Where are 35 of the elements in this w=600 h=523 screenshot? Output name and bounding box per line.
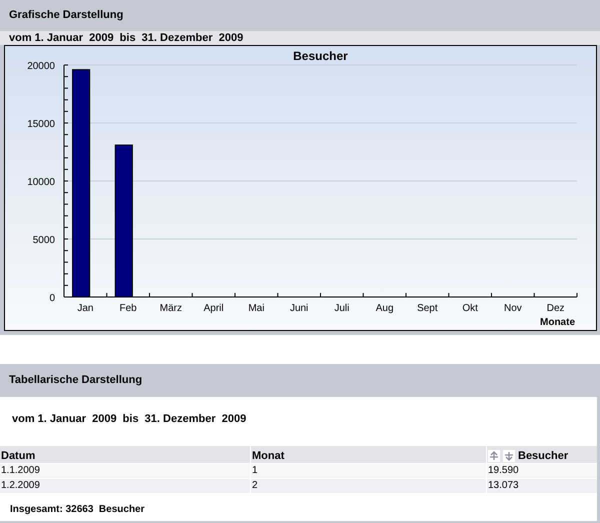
x-tick-label: Feb: [120, 303, 137, 314]
total-text: Insgesamt: 32663 Besucher: [9, 503, 146, 517]
x-tick-label: Dez: [546, 303, 565, 314]
column-header: Monat: [251, 446, 486, 463]
y-tick-label: 0: [49, 293, 55, 304]
x-tick-label: März: [160, 303, 182, 314]
x-axis-title: Monate: [540, 317, 575, 328]
table-cell: 2: [251, 479, 486, 493]
table-cell: 1.1.2009: [0, 464, 250, 478]
x-tick-label: Nov: [504, 303, 522, 314]
x-tick-label: Jan: [77, 303, 94, 314]
x-tick-label: Mai: [248, 303, 264, 314]
x-tick-label: Juni: [290, 303, 308, 314]
y-tick-label: 15000: [27, 119, 55, 130]
sort-down-icon[interactable]: [503, 450, 515, 462]
sort-up-icon[interactable]: [488, 450, 500, 462]
x-tick-label: Aug: [376, 303, 394, 314]
table-cell: 19.590: [487, 464, 597, 478]
column-header: Datum: [0, 446, 250, 463]
chart-title: Besucher: [293, 49, 348, 63]
section-title: Grafische Darstellung: [9, 8, 124, 24]
period-text: vom 1. Januar 2009 bis 31. Dezember 2009: [11, 412, 248, 427]
column-title: Besucher: [518, 451, 568, 462]
x-tick-label: Juli: [334, 303, 350, 314]
x-tick-label: Sept: [417, 303, 438, 314]
table-cell: 1: [251, 464, 486, 478]
y-tick-label: 5000: [32, 235, 55, 246]
section-title: Tabellarische Darstellung: [9, 373, 142, 388]
y-tick-label: 20000: [27, 61, 55, 72]
x-tick-label: Okt: [462, 303, 478, 314]
period-text: vom 1. Januar 2009 bis 31. Dezember 2009: [9, 32, 244, 44]
table-cell: 13.073: [487, 479, 597, 493]
x-tick-label: April: [204, 303, 224, 314]
table-cell: 1.2.2009: [0, 479, 250, 493]
y-tick-label: 10000: [27, 177, 55, 188]
